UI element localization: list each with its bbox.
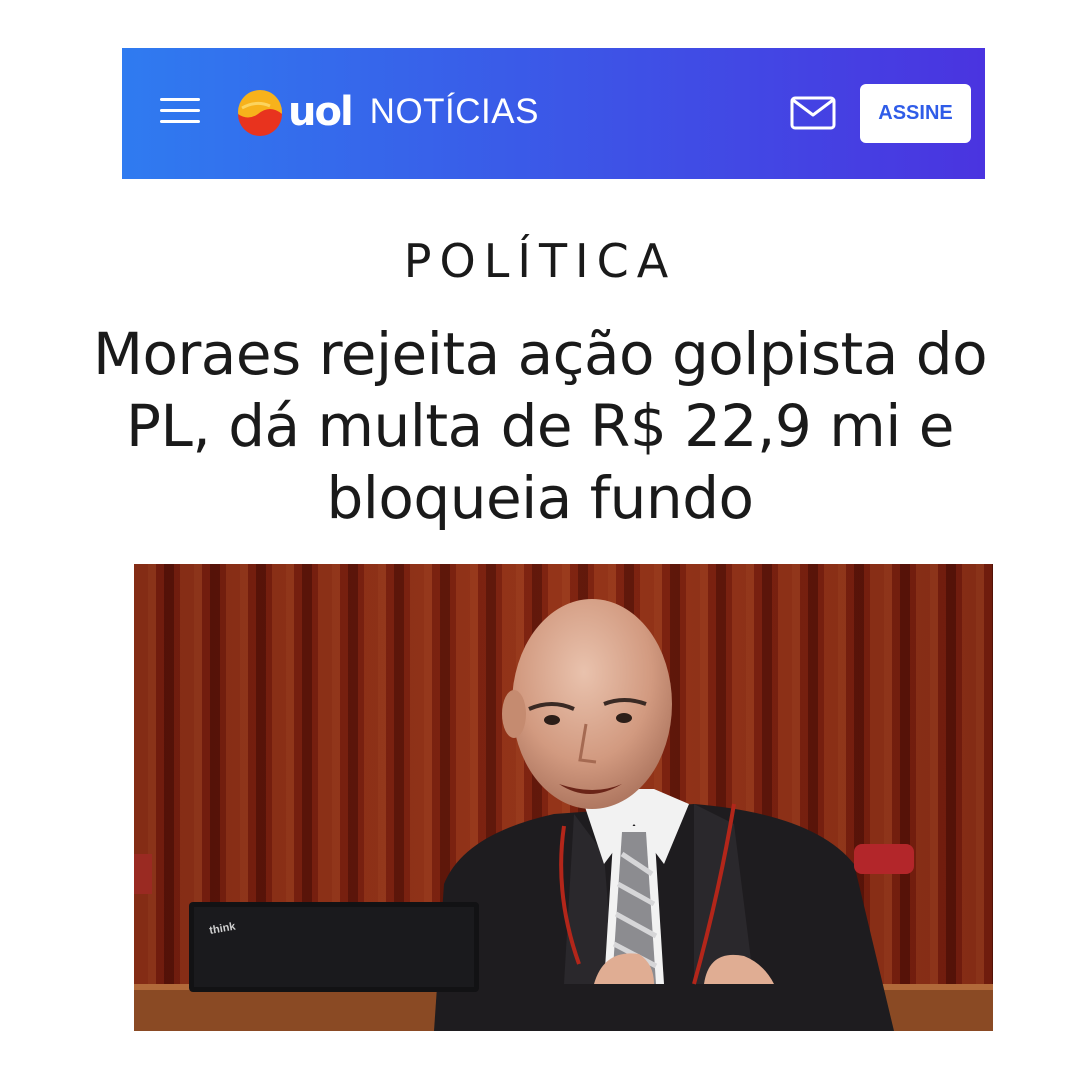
headline-line: bloqueia fundo: [326, 464, 754, 532]
article-category[interactable]: POLÍTICA: [0, 234, 1080, 288]
hamburger-menu-icon[interactable]: [160, 96, 200, 126]
uol-sun-logo-icon: [238, 90, 282, 136]
uol-logo[interactable]: uol NOTÍCIAS: [236, 84, 539, 140]
article-photo[interactable]: think: [134, 564, 993, 1031]
page: uol NOTÍCIAS ASSINE POLÍTICA Moraes reje…: [0, 0, 1080, 1080]
headline-line: Moraes rejeita ação golpista do: [92, 320, 988, 388]
headline-line: PL, dá multa de R$ 22,9 mi e: [126, 392, 954, 460]
subscribe-button[interactable]: ASSINE: [860, 84, 971, 143]
logo-wordmark: uol: [288, 89, 354, 135]
site-header: uol NOTÍCIAS ASSINE: [122, 48, 985, 179]
judge-head: [512, 599, 672, 809]
photo-illustration: think: [134, 564, 993, 1031]
mail-icon[interactable]: [790, 96, 836, 130]
section-title[interactable]: NOTÍCIAS: [370, 84, 539, 140]
article-headline: Moraes rejeita ação golpista do PL, dá m…: [90, 318, 990, 534]
